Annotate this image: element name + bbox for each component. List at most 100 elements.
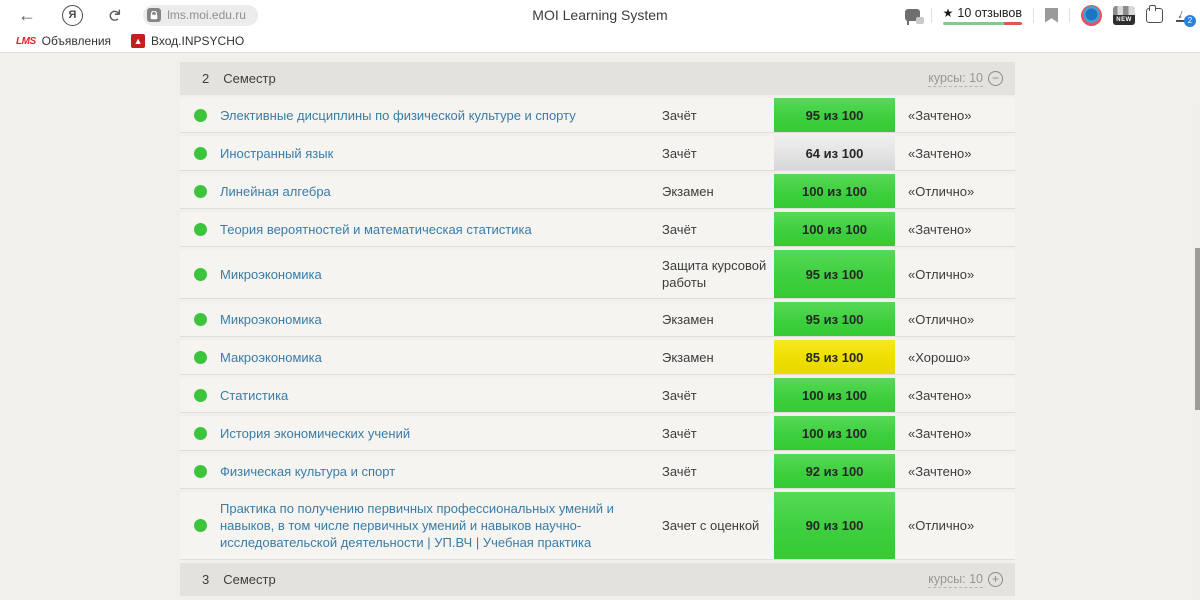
- course-row: История экономических учений Зачёт 100 и…: [180, 416, 1015, 451]
- status-dot-icon: [193, 519, 207, 532]
- status-dot-icon: [193, 108, 207, 122]
- course-row: Иностранный язык Зачёт 64 из 100 «Зачтен…: [180, 136, 1015, 171]
- status-cell: [180, 302, 220, 336]
- grade-text: «Отлично»: [908, 518, 975, 533]
- bookmark-announcements[interactable]: LMS Объявления: [10, 34, 117, 48]
- toolbar-divider: [1069, 7, 1070, 23]
- exam-type: Зачёт: [662, 221, 697, 237]
- course-cell: Физическая культура и спорт: [220, 454, 662, 488]
- course-link[interactable]: Элективные дисциплины по физической куль…: [220, 107, 576, 124]
- course-link[interactable]: Линейная алгебра: [220, 183, 331, 200]
- status-dot-icon: [193, 184, 207, 198]
- course-link[interactable]: Иностранный язык: [220, 145, 333, 162]
- course-link[interactable]: История экономических учений: [220, 425, 410, 442]
- grade-text: «Отлично»: [908, 311, 975, 327]
- status-cell: [180, 98, 220, 132]
- bookmarks-bar: LMS Объявления ▲ Вход.INPSYCHO: [0, 30, 1200, 53]
- status-cell: [180, 136, 220, 170]
- course-cell: Микроэкономика: [220, 250, 662, 298]
- scrollbar-thumb[interactable]: [1195, 248, 1200, 410]
- toolbar-divider: [930, 7, 932, 23]
- rating-bar: [942, 21, 1022, 25]
- course-link[interactable]: Статистика: [220, 387, 288, 404]
- bookmark-inpsycho[interactable]: ▲ Вход.INPSYCHO: [125, 34, 250, 48]
- status-dot-icon: [193, 464, 207, 478]
- course-row: Элективные дисциплины по физической куль…: [180, 98, 1015, 133]
- score-badge: 64 из 100: [774, 136, 895, 170]
- grade-text: «Зачтено»: [908, 463, 972, 479]
- downloads-button[interactable]: ↓ 2: [1174, 5, 1196, 27]
- course-link[interactable]: Микроэкономика: [220, 266, 322, 283]
- browser-toolbar: ← Я ↻ lms.moi.edu.ru MOI Learning System…: [0, 0, 1200, 30]
- exam-type: Зачёт: [662, 463, 697, 479]
- semester-number: 3: [202, 572, 210, 587]
- grade-text: «Зачтено»: [908, 107, 972, 123]
- course-link[interactable]: Теория вероятностей и математическая ста…: [220, 221, 532, 238]
- grades-table: 2 Семестр курсы: 10 − Элективные дисципл…: [180, 62, 1015, 596]
- score-badge: 100 из 100: [774, 378, 895, 412]
- page-title: MOI Learning System: [532, 7, 668, 23]
- collections-icon[interactable]: [1146, 4, 1163, 23]
- bookmark-icon[interactable]: [1045, 7, 1058, 23]
- toolbar-divider: [1033, 7, 1034, 23]
- semester-2-collapse-toggle[interactable]: курсы: 10 −: [928, 71, 1003, 87]
- course-cell: Элективные дисциплины по физической куль…: [220, 98, 662, 132]
- exam-type: Экзамен: [662, 183, 714, 199]
- course-link[interactable]: Микроэкономика: [220, 311, 322, 328]
- course-cell: Практика по получению первичных професси…: [220, 492, 662, 559]
- bookmark-label: Вход.INPSYCHO: [151, 34, 245, 48]
- site-protect-icon[interactable]: [904, 9, 924, 25]
- score-badge: 100 из 100: [774, 174, 895, 208]
- status-cell: [180, 378, 220, 412]
- downloads-count-badge: 2: [1184, 15, 1196, 27]
- lock-icon[interactable]: [147, 8, 162, 22]
- expand-plus-icon: +: [988, 572, 1003, 587]
- course-row: Макроэкономика Экзамен 85 из 100 «Хорошо…: [180, 340, 1015, 375]
- refresh-button[interactable]: ↻: [105, 8, 124, 22]
- status-dot-icon: [193, 388, 207, 402]
- semester-label: Семестр: [223, 572, 276, 587]
- score-badge: 90 из 100: [774, 492, 895, 559]
- status-cell: [180, 250, 220, 298]
- course-link[interactable]: Практика по получению первичных професси…: [220, 500, 652, 551]
- course-row: Микроэкономика Экзамен 95 из 100 «Отличн…: [180, 302, 1015, 337]
- inpsycho-favicon: ▲: [131, 34, 146, 48]
- grade-text: «Зачтено»: [908, 221, 972, 237]
- exam-type: Зачёт: [662, 107, 697, 123]
- semester-3-expand-toggle[interactable]: курсы: 10 +: [928, 572, 1003, 588]
- yandex-home-icon[interactable]: Я: [62, 4, 83, 26]
- score-badge: 92 из 100: [774, 454, 895, 488]
- course-cell: Линейная алгебра: [220, 174, 662, 208]
- exam-type: Зачёт: [662, 425, 697, 441]
- bookmark-label: Объявления: [41, 34, 112, 48]
- status-dot-icon: [193, 267, 207, 281]
- semester-2-header: 2 Семестр курсы: 10 −: [180, 62, 1015, 95]
- extension-new-icon[interactable]: NEW: [1113, 5, 1135, 25]
- back-button[interactable]: ←: [18, 6, 36, 24]
- collapse-minus-icon: −: [988, 71, 1003, 86]
- course-link[interactable]: Физическая культура и спорт: [220, 463, 395, 480]
- course-cell: Макроэкономика: [220, 340, 662, 374]
- course-table-body: Элективные дисциплины по физической куль…: [180, 98, 1015, 560]
- course-row: Статистика Зачёт 100 из 100 «Зачтено»: [180, 378, 1015, 413]
- course-cell: Теория вероятностей и математическая ста…: [220, 212, 662, 246]
- site-reviews-button[interactable]: ★ 10 отзывов: [942, 5, 1022, 25]
- new-badge-label: NEW: [1113, 14, 1135, 25]
- extension-browser-icon[interactable]: [1081, 4, 1102, 26]
- course-cell: Статистика: [220, 378, 662, 412]
- score-badge: 95 из 100: [774, 302, 895, 336]
- exam-type: Зачёт: [662, 145, 697, 161]
- address-bar[interactable]: lms.moi.edu.ru: [143, 4, 258, 26]
- status-cell: [180, 340, 220, 374]
- star-icon: ★: [942, 5, 954, 20]
- course-cell: Микроэкономика: [220, 302, 662, 336]
- reviews-label: 10 отзывов: [957, 5, 1022, 20]
- status-cell: [180, 212, 220, 246]
- status-dot-icon: [193, 312, 207, 326]
- url-text[interactable]: lms.moi.edu.ru: [167, 8, 246, 22]
- exam-type: Экзамен: [662, 311, 714, 327]
- course-row: Теория вероятностей и математическая ста…: [180, 212, 1015, 247]
- exam-type: Зачет с оценкой: [662, 518, 760, 533]
- grade-text: «Зачтено»: [908, 425, 972, 441]
- course-link[interactable]: Макроэкономика: [220, 349, 322, 366]
